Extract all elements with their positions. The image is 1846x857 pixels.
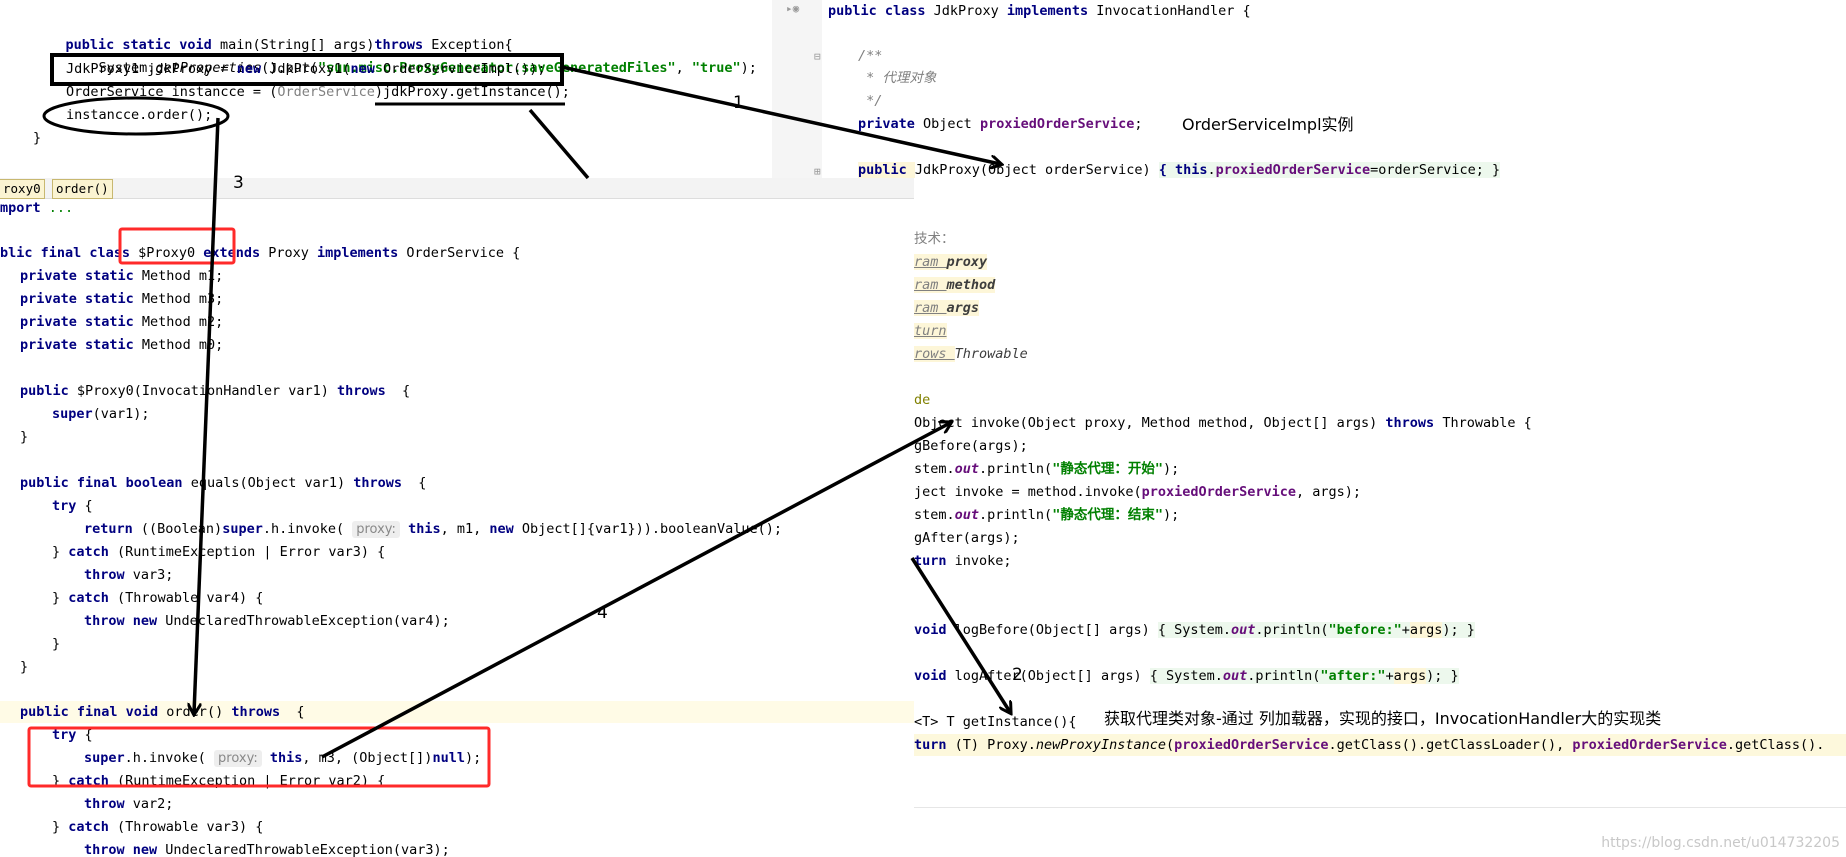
watermark: https://blog.csdn.net/u014732205	[1601, 835, 1840, 851]
arrow-label-4: 4	[597, 603, 608, 623]
highlight-ellipse-order-call	[42, 96, 230, 136]
arrow-3	[194, 117, 220, 713]
highlight-box-proxy0	[118, 227, 236, 265]
get-proxy-note: 获取代理类对象-通过 列加载器，实现的接口，InvocationHandler大…	[1104, 709, 1662, 728]
highlight-box-invoke	[27, 726, 491, 788]
highlight-box-new-proxy	[50, 53, 564, 86]
arrow-4	[321, 423, 950, 759]
arrow-2	[910, 557, 1010, 712]
arrow-label-1: 1	[733, 93, 744, 113]
arrow-get-instance-line	[528, 108, 590, 180]
order-impl-note: OrderServiceImpl实例	[1182, 115, 1354, 134]
arrow-1	[561, 65, 1000, 164]
arrow-label-3: 3	[233, 173, 244, 193]
arrow-label-2: 2	[1012, 665, 1023, 685]
